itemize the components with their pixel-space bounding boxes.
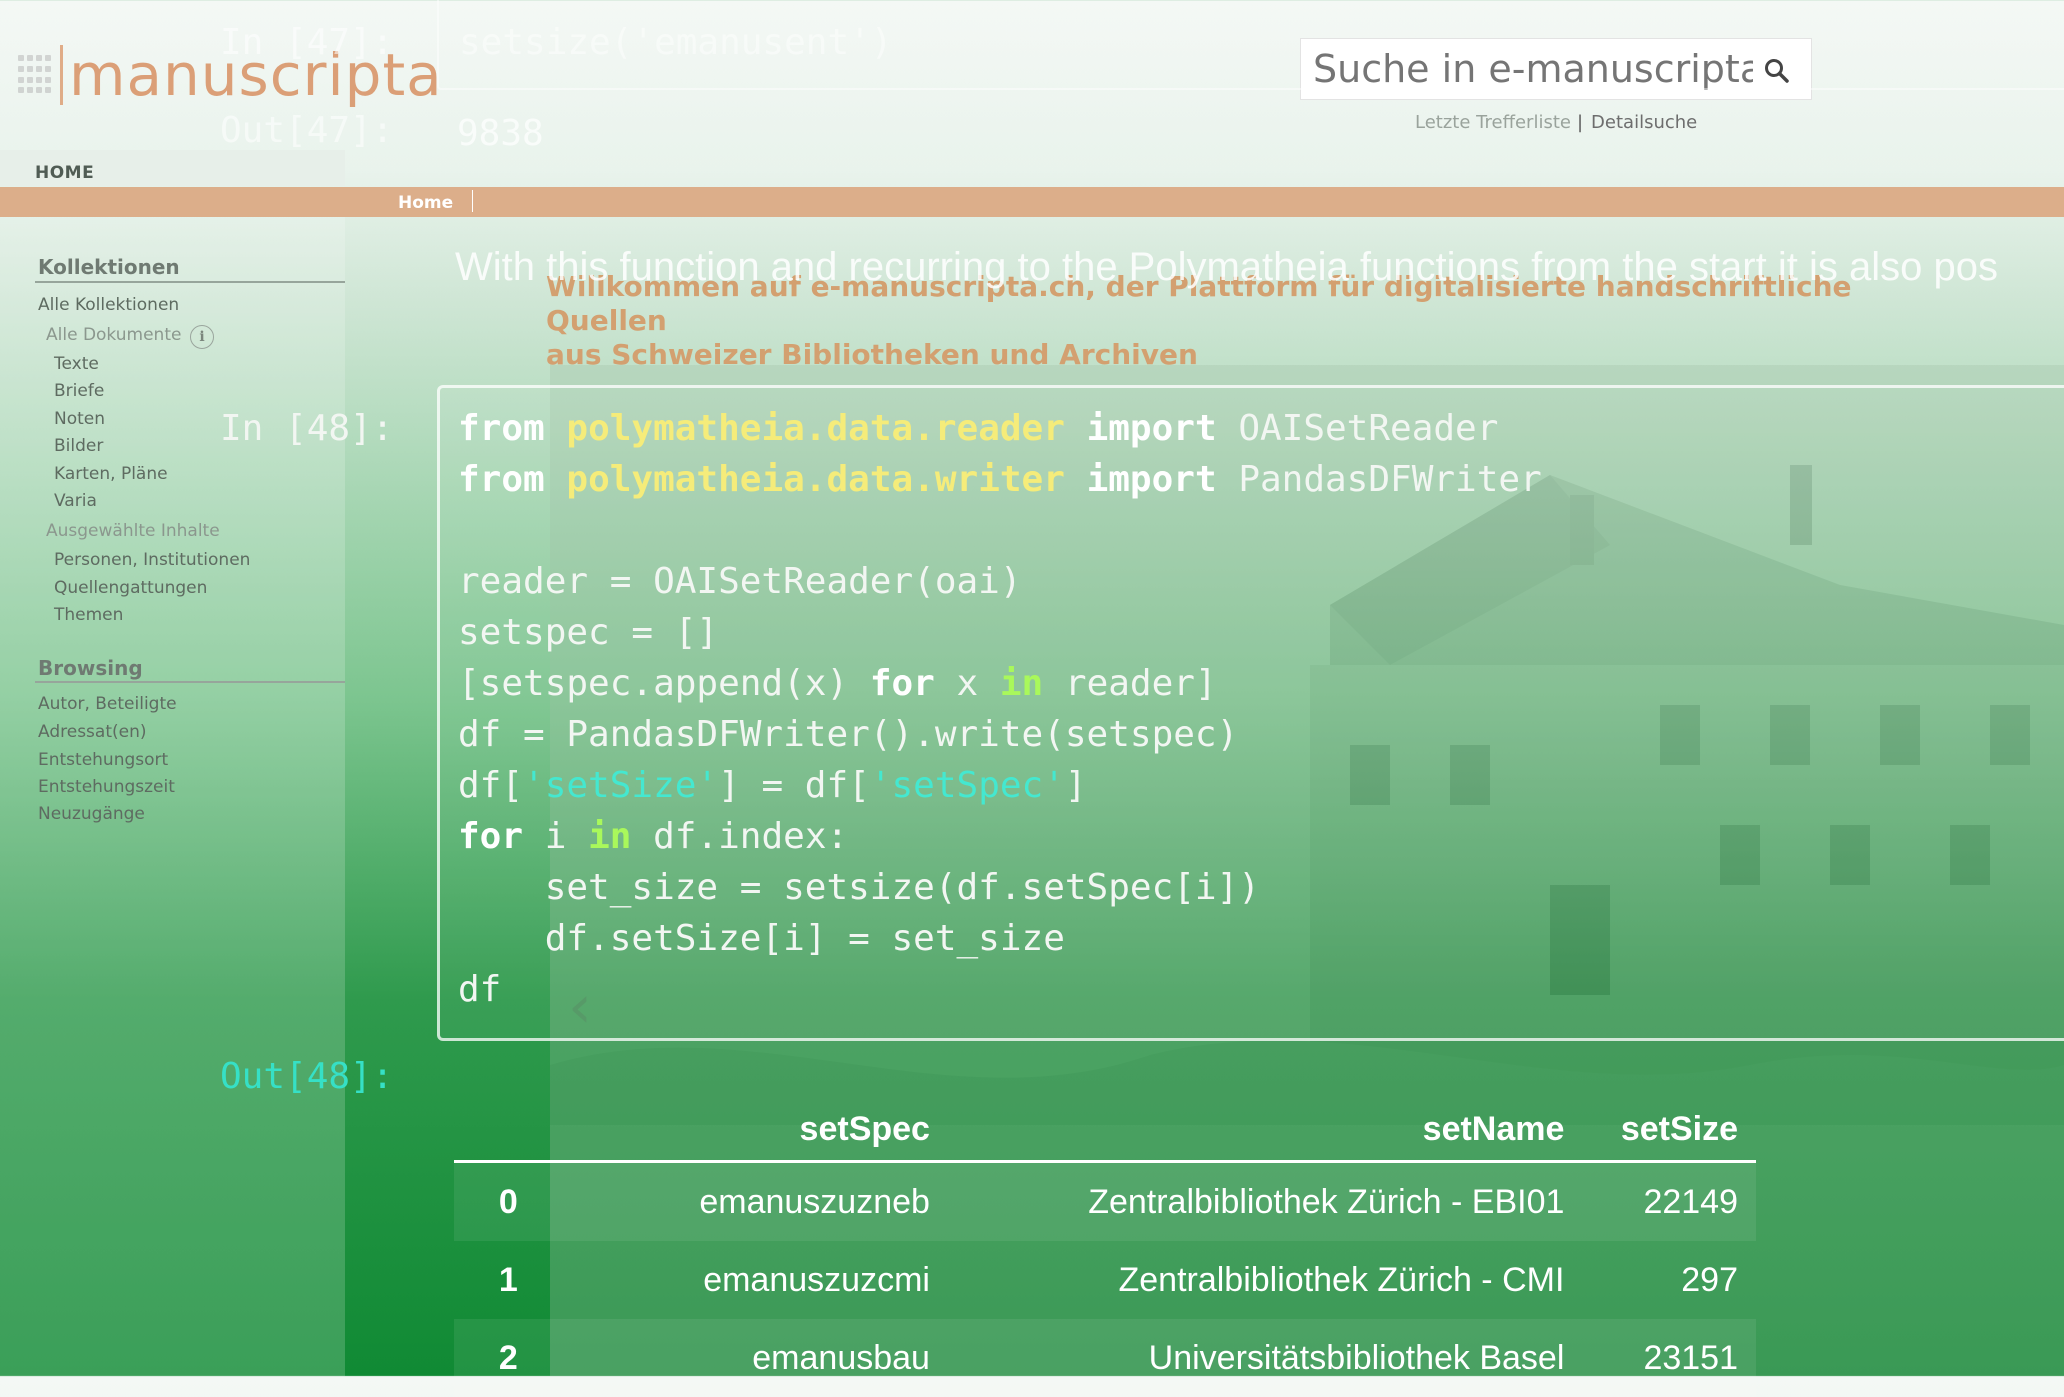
cell-setname: Universitätsbibliothek Basel	[1148, 1338, 1565, 1377]
cell-setspec: emanuszuzcmi	[703, 1260, 930, 1299]
table-header-row: setSpec setName setSize	[454, 1098, 1756, 1162]
cell-setsize: 22149	[1643, 1182, 1738, 1221]
row-index: 0	[498, 1182, 518, 1221]
column-header-setspec: setSpec	[799, 1109, 930, 1148]
markdown-cell-text: With this function and recurring to the …	[455, 245, 1998, 289]
cell-setsize: 297	[1681, 1260, 1738, 1299]
cell-47-code: setsize('emanusent')	[459, 22, 893, 63]
cell-48-in-prompt: In [48]:	[220, 408, 394, 449]
cell-setspec: emanusbau	[752, 1338, 930, 1377]
cell-setspec: emanuszuzneb	[699, 1182, 930, 1221]
column-header-setsize: setSize	[1620, 1109, 1738, 1148]
jupyter-notebook-overlay: In [47]: setsize('emanusent') Out[47]: 9…	[0, 0, 2064, 1397]
row-index: 2	[498, 1338, 518, 1377]
table-row: 1 emanuszuzcmi Zentralbibliothek Zürich …	[454, 1241, 1756, 1319]
column-header-setname: setName	[1422, 1109, 1565, 1148]
column-header-index	[454, 1098, 563, 1162]
cell-47-out-prompt: Out[47]:	[220, 110, 394, 151]
table-row: 2 emanusbau Universitätsbibliothek Basel…	[454, 1319, 1756, 1397]
table-row: 0 emanuszuzneb Zentralbibliothek Zürich …	[454, 1161, 1756, 1241]
cell-setsize: 23151	[1643, 1338, 1738, 1377]
dataframe-output: setSpec setName setSize 0 emanuszuzneb Z…	[454, 1098, 1756, 1397]
code-cell-47[interactable]: setsize('emanusent')	[437, 0, 2064, 90]
cell-48-out-prompt: Out[48]:	[220, 1056, 394, 1097]
cell-47-in-prompt: In [47]:	[220, 22, 394, 63]
cell-48-code: from polymatheia.data.reader import OAIS…	[458, 408, 1542, 1010]
cell-setname: Zentralbibliothek Zürich - CMI	[1118, 1260, 1565, 1299]
cell-47-output: 9838	[457, 113, 544, 154]
row-index: 1	[498, 1260, 518, 1299]
cell-setname: Zentralbibliothek Zürich - EBI01	[1088, 1182, 1565, 1221]
